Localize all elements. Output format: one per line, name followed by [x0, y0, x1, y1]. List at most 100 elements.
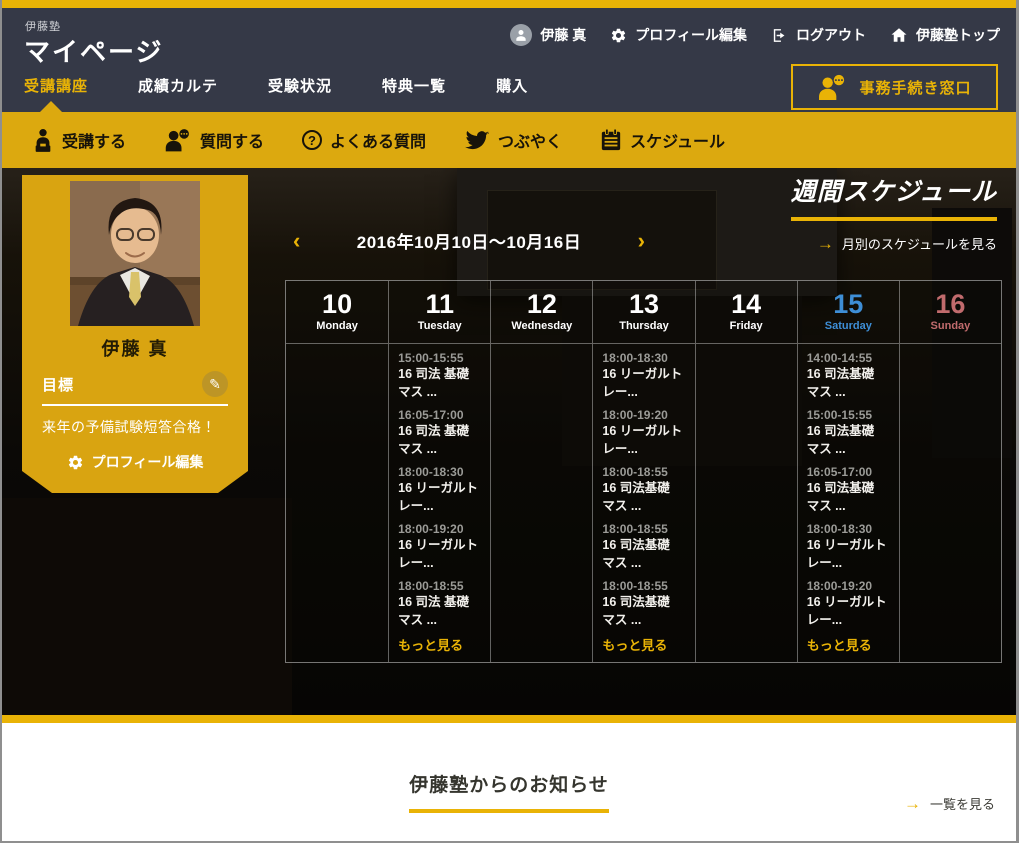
event-title: 16 司法基礎 マス ...	[807, 366, 890, 401]
calendar-day-header: 15Saturday	[798, 281, 899, 344]
calendar-day-header: 12Wednesday	[491, 281, 592, 344]
event-time: 15:00-15:55	[807, 408, 890, 422]
event-time: 14:00-14:55	[807, 351, 890, 365]
subnav-label: 質問する	[200, 128, 264, 152]
schedule-event[interactable]: 18:00-18:5516 司法基礎 マス ...	[602, 579, 685, 629]
calendar-day-column-10: 10 Monday	[286, 281, 388, 662]
gear-icon	[610, 27, 627, 44]
schedule-event[interactable]: 14:00-14:5516 司法基礎 マス ...	[807, 351, 890, 401]
event-title: 16 司法基礎 マス ...	[807, 480, 890, 515]
calendar-day-number: 14	[696, 290, 797, 318]
profile-card: 伊藤 真 目標 ✎ 来年の予備試験短答合格！ プロフィール編集	[22, 175, 248, 493]
event-title: 16 リーガルトレー...	[807, 594, 890, 629]
monthly-schedule-link[interactable]: → 月別のスケジュールを見る	[817, 234, 997, 253]
schedule-event[interactable]: 16:05-17:0016 司法基礎 マス ...	[807, 465, 890, 515]
schedule-event[interactable]: 18:00-19:2016 リーガルトレー...	[807, 579, 890, 629]
next-week-button[interactable]: ›	[634, 230, 649, 252]
calendar-day-body	[696, 344, 797, 654]
schedule-event[interactable]: 15:00-15:5516 司法基礎 マス ...	[807, 408, 890, 458]
user-name: 伊藤 真	[540, 25, 586, 45]
tab-seiseki-karte[interactable]: 成績カルテ	[138, 75, 218, 112]
more-link[interactable]: もっと見る	[602, 635, 685, 654]
tab-tokuten-ichiran[interactable]: 特典一覧	[382, 75, 446, 112]
subnav-item-faq[interactable]: ? よくある質問	[302, 128, 426, 152]
schedule-event[interactable]: 18:00-18:3016 リーガルトレー...	[602, 351, 685, 401]
event-time: 18:00-19:20	[602, 408, 685, 422]
profile-edit-label: プロフィール編集	[92, 452, 204, 472]
news-view-all-link[interactable]: → 一覧を見る	[904, 794, 995, 813]
calendar-day-column-16: 16Sunday	[899, 281, 1001, 662]
schedule-event[interactable]: 18:00-19:2016 リーガルトレー...	[602, 408, 685, 458]
profile-edit-link[interactable]: プロフィール編集	[610, 25, 747, 45]
subnav-label: 受講する	[62, 128, 126, 152]
office-procedure-button[interactable]: 事務手続き窓口	[791, 64, 998, 110]
logout-link[interactable]: ログアウト	[771, 25, 866, 45]
subnav-label: スケジュール	[630, 128, 725, 152]
event-time: 18:00-18:55	[602, 522, 685, 536]
subnav: 受講する 質問する ? よくある質問 つぶやく スケジュール	[2, 112, 1016, 168]
tab-kounyuu[interactable]: 購入	[496, 75, 528, 112]
subnav-item-jukou[interactable]: 受講する	[32, 128, 126, 152]
event-time: 18:00-18:30	[807, 522, 890, 536]
subnav-label: つぶやく	[498, 128, 562, 152]
subnav-label: よくある質問	[330, 128, 426, 152]
calendar-day-body	[491, 344, 592, 654]
event-title: 16 リーガルトレー...	[602, 423, 685, 458]
event-title: 16 リーガルトレー...	[602, 366, 685, 401]
profile-edit-button[interactable]: プロフィール編集	[22, 452, 248, 472]
event-time: 18:00-19:20	[807, 579, 890, 593]
schedule-event[interactable]: 18:00-18:3016 リーガルトレー...	[398, 465, 481, 515]
schedule-event[interactable]: 18:00-18:5516 司法基礎 マス ...	[602, 522, 685, 572]
schedule-event[interactable]: 18:00-18:3016 リーガルトレー...	[807, 522, 890, 572]
calendar-day-name: Thursday	[593, 320, 694, 332]
event-time: 16:05-17:00	[398, 408, 481, 422]
more-link[interactable]: もっと見る	[807, 635, 890, 654]
calendar-day-name: Monday	[286, 320, 388, 332]
logout-icon	[771, 27, 788, 44]
right-arrow-icon: →	[904, 795, 921, 812]
question-circle-icon: ?	[302, 130, 322, 150]
calendar-day-column-13: 13 Thursday 18:00-18:3016 リーガルトレー... 18:00-…	[592, 281, 694, 662]
prev-week-button[interactable]: ‹	[289, 230, 304, 252]
calendar-day-number: 11	[389, 290, 490, 318]
event-title: 16 司法 基礎 マス ...	[398, 423, 481, 458]
tab-juken-joukyou[interactable]: 受験状況	[268, 75, 332, 112]
calendar-day-column-15: 15Saturday14:00-14:5516 司法基礎 マス ...15:00…	[797, 281, 899, 662]
calendar-day-number: 10	[286, 290, 388, 318]
event-title: 16 司法基礎 マス ...	[602, 594, 685, 629]
subnav-item-schedule[interactable]: スケジュール	[600, 128, 725, 152]
goal-text: 来年の予備試験短答合格！	[42, 417, 228, 437]
schedule-event[interactable]: 18:00-18:5516 司法基礎 マス ...	[602, 465, 685, 515]
weekly-schedule-title: 週間スケジュール	[791, 172, 997, 221]
calendar-day-body: 18:00-18:3016 リーガルトレー...18:00-19:2016 リー…	[593, 344, 694, 662]
event-title: 16 司法基礎 マス ...	[807, 423, 890, 458]
profile-edit-label: プロフィール編集	[635, 25, 747, 45]
goal-edit-button[interactable]: ✎	[202, 371, 228, 397]
calendar-day-column-12: 12Wednesday	[490, 281, 592, 662]
monthly-schedule-label: 月別のスケジュールを見る	[842, 234, 997, 253]
home-icon	[890, 26, 908, 44]
event-time: 18:00-19:20	[398, 522, 481, 536]
schedule-event[interactable]: 16:05-17:0016 司法 基礎 マス ...	[398, 408, 481, 458]
calendar-day-column-11: 11Tuesday15:00-15:5516 司法 基礎 マス ...16:05…	[388, 281, 490, 662]
subnav-item-tsubuyaku[interactable]: つぶやく	[464, 128, 562, 152]
calendar-day-body	[900, 344, 1001, 654]
calendar-day-name: Tuesday	[389, 320, 490, 332]
schedule-event[interactable]: 18:00-18:5516 司法 基礎 マス ...	[398, 579, 481, 629]
site-top-link[interactable]: 伊藤塾トップ	[890, 25, 1000, 45]
schedule-event[interactable]: 18:00-19:2016 リーガルトレー...	[398, 522, 481, 572]
calendar-day-number: 13	[593, 290, 694, 318]
schedule-event[interactable]: 15:00-15:5516 司法 基礎 マス ...	[398, 351, 481, 401]
more-link[interactable]: もっと見る	[398, 635, 481, 654]
calendar-day-header: 13 Thursday	[593, 281, 694, 344]
subnav-item-shitsumon[interactable]: 質問する	[164, 128, 264, 152]
event-time: 15:00-15:55	[398, 351, 481, 365]
page-title: マイページ	[24, 32, 163, 69]
pencil-icon: ✎	[209, 376, 221, 393]
user-menu[interactable]: 伊藤 真	[510, 24, 586, 46]
calendar-day-header: 14Friday	[696, 281, 797, 344]
section-divider-bar	[2, 715, 1016, 723]
week-range: 2016年10月10日〜10月16日	[304, 228, 633, 253]
calendar-day-body: 14:00-14:5516 司法基礎 マス ...15:00-15:5516 司…	[798, 344, 899, 662]
top-accent-bar	[2, 0, 1016, 8]
